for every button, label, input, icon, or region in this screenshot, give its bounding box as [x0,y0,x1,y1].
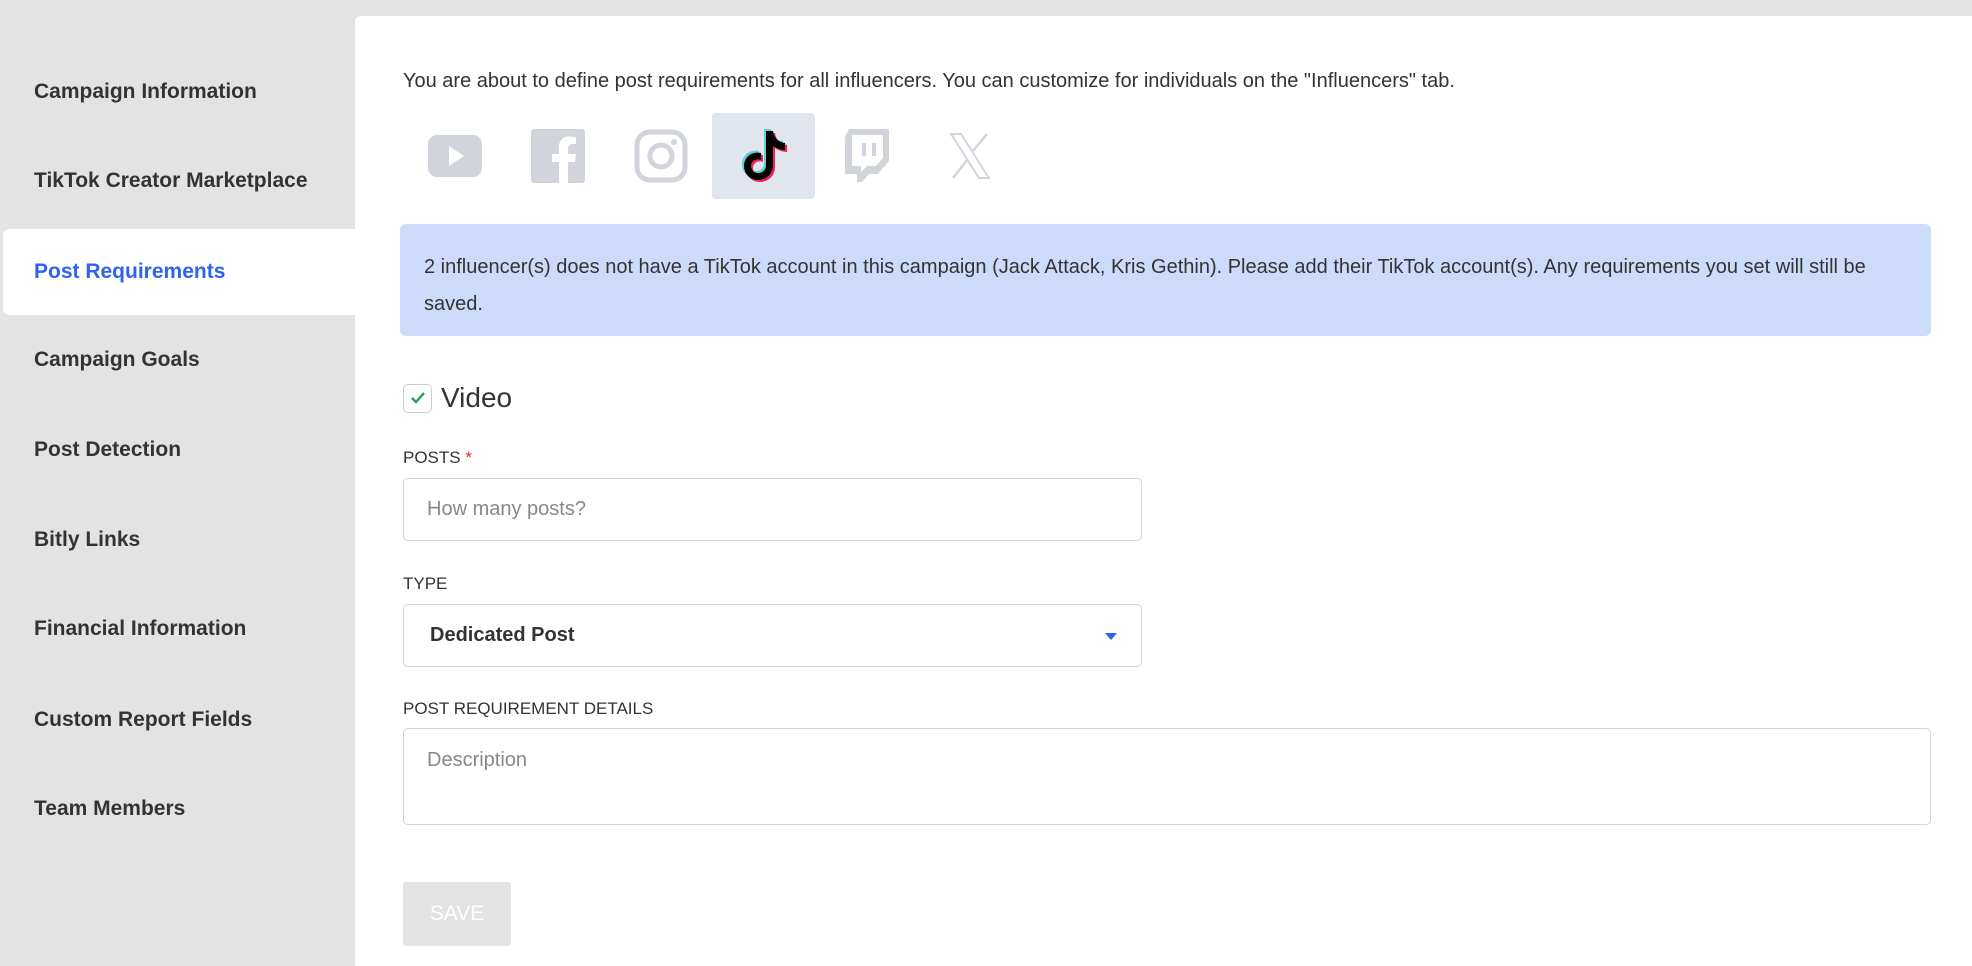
platform-tabs [403,113,1021,199]
tab-tiktok[interactable] [712,113,815,199]
details-label: POST REQUIREMENT DETAILS [403,699,654,718]
tiktok-icon [741,129,787,182]
posts-label: POSTS * [403,448,472,468]
sidebar-item-custom-report-fields[interactable]: Custom Report Fields [3,677,355,763]
caret-down-icon [1105,633,1117,640]
sidebar-item-campaign-goals[interactable]: Campaign Goals [3,317,355,403]
sidebar-item-tiktok-creator-marketplace[interactable]: TikTok Creator Marketplace [3,138,355,224]
sidebar-item-financial-information[interactable]: Financial Information [3,586,355,672]
sidebar: Campaign Information TikTok Creator Mark… [0,16,355,966]
main-panel: You are about to define post requirement… [355,16,1972,966]
youtube-icon [427,135,482,177]
sidebar-item-team-members[interactable]: Team Members [3,766,355,852]
tab-youtube[interactable] [403,113,506,199]
type-select[interactable]: Dedicated Post [403,604,1142,667]
tab-instagram[interactable] [609,113,712,199]
details-textarea[interactable] [403,728,1931,825]
twitch-icon [844,129,889,182]
sidebar-item-post-detection[interactable]: Post Detection [3,407,355,493]
video-checkbox[interactable] [403,383,432,413]
sidebar-item-campaign-information[interactable]: Campaign Information [3,49,355,135]
tab-facebook[interactable] [506,113,609,199]
video-option: Video [403,382,512,414]
instagram-icon [634,129,687,183]
x-icon [949,133,990,179]
tab-twitch[interactable] [815,113,918,199]
posts-label-text: POSTS [403,448,461,467]
missing-account-alert: 2 influencer(s) does not have a TikTok a… [400,224,1931,336]
posts-input[interactable] [403,478,1142,541]
check-icon [410,392,425,404]
intro-text: You are about to define post requirement… [403,70,1455,92]
save-button[interactable]: SAVE [403,882,511,946]
type-label: TYPE [403,574,448,593]
sidebar-item-post-requirements[interactable]: Post Requirements [3,229,355,315]
required-mark: * [465,448,472,467]
type-select-value: Dedicated Post [430,624,575,646]
tab-x[interactable] [918,113,1021,199]
video-label: Video [441,382,513,413]
facebook-icon [530,129,585,183]
sidebar-item-bitly-links[interactable]: Bitly Links [3,497,355,583]
